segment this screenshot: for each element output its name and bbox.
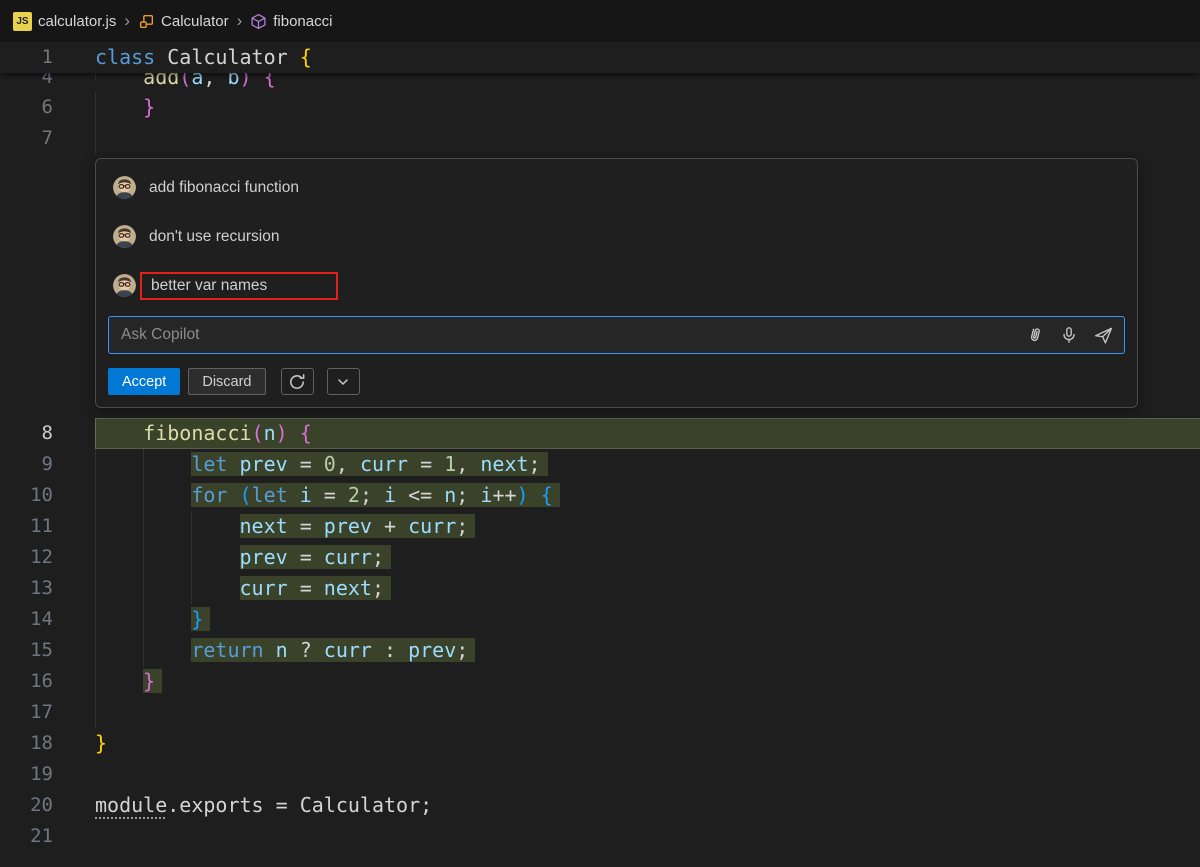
inline-chat-widget-row: add fibonacci function don't use recursi… — [0, 158, 1200, 408]
code-line: next = prev + curr; — [95, 511, 1200, 542]
code-row-19[interactable]: 19 — [0, 759, 1200, 790]
line-number: 4 — [0, 73, 95, 81]
chat-history-text: don't use recursion — [149, 228, 279, 246]
chat-input[interactable] — [119, 325, 1014, 345]
line-number: 16 — [0, 666, 95, 697]
line-number: 12 — [0, 542, 95, 573]
code-line: class Calculator { — [95, 42, 1200, 73]
code-line: } — [95, 666, 1200, 697]
user-avatar — [113, 176, 136, 199]
breadcrumb-separator: › — [237, 11, 243, 31]
code-line: return n ? curr : prev; — [95, 635, 1200, 666]
code-row-15[interactable]: 15 return n ? curr : prev; — [0, 635, 1200, 666]
code-row-11[interactable]: 11 next = prev + curr; — [0, 511, 1200, 542]
code-line: add(a, b) { — [95, 73, 1200, 81]
code-row-1[interactable]: 1class Calculator { — [0, 42, 1200, 73]
code-row-20[interactable]: 20module.exports = Calculator; — [0, 790, 1200, 821]
line-number: 21 — [0, 821, 95, 852]
code-line — [95, 123, 1200, 154]
breadcrumb-file[interactable]: JS calculator.js — [13, 12, 116, 31]
accept-button[interactable]: Accept — [108, 368, 180, 395]
code-row-14[interactable]: 14 } — [0, 604, 1200, 635]
breadcrumb-method[interactable]: fibonacci — [250, 13, 332, 30]
symbol-class-icon — [138, 13, 155, 30]
chat-toolbar: Accept Discard — [108, 368, 1125, 395]
code-line: } — [95, 604, 1200, 635]
code-row-6[interactable]: 6 } — [0, 92, 1200, 123]
code-row-21[interactable]: 21 — [0, 821, 1200, 852]
editor: 1class Calculator {4 add(a, b) {6 }7 add… — [0, 42, 1200, 867]
attach-icon[interactable] — [1022, 322, 1048, 348]
line-number: 9 — [0, 449, 95, 480]
chat-history-item[interactable]: add fibonacci function — [108, 163, 1125, 212]
copilot-inline-chat: add fibonacci function don't use recursi… — [95, 158, 1138, 408]
user-avatar — [113, 225, 136, 248]
code-row-13[interactable]: 13 curr = next; — [0, 573, 1200, 604]
code-line: for (let i = 2; i <= n; i++) { — [95, 480, 1200, 511]
line-number: 19 — [0, 759, 95, 790]
symbol-method-icon — [250, 13, 267, 30]
code-line: curr = next; — [95, 573, 1200, 604]
line-number: 17 — [0, 697, 95, 728]
rerun-icon[interactable] — [281, 368, 314, 395]
code-line: prev = curr; — [95, 542, 1200, 573]
code-lines-bottom: 8 fibonacci(n) {9 let prev = 0, curr = 1… — [0, 418, 1200, 852]
chat-history-item[interactable]: don't use recursion — [108, 212, 1125, 261]
code-row-10[interactable]: 10 for (let i = 2; i <= n; i++) { — [0, 480, 1200, 511]
code-line: module.exports = Calculator; — [95, 790, 1200, 821]
user-avatar — [113, 274, 136, 297]
chat-history: add fibonacci function don't use recursi… — [108, 163, 1125, 310]
line-number: 8 — [0, 418, 95, 449]
line-number: 20 — [0, 790, 95, 821]
code-line: } — [95, 728, 1200, 759]
code-row-17[interactable]: 17 — [0, 697, 1200, 728]
line-number: 15 — [0, 635, 95, 666]
line-number: 14 — [0, 604, 95, 635]
gutter-spacer — [0, 158, 95, 408]
js-file-icon: JS — [13, 12, 32, 31]
breadcrumb-class-label: Calculator — [161, 13, 229, 30]
chevron-down-icon[interactable] — [327, 368, 360, 395]
breadcrumb: JS calculator.js › Calculator › fibonacc… — [0, 0, 1200, 42]
code-line — [95, 821, 1200, 852]
code-lines-top: 1class Calculator {4 add(a, b) {6 }7 — [0, 42, 1200, 154]
mic-icon[interactable] — [1056, 322, 1082, 348]
send-icon[interactable] — [1090, 322, 1116, 348]
discard-button[interactable]: Discard — [188, 368, 265, 395]
line-number: 10 — [0, 480, 95, 511]
chat-history-text-annotated: better var names — [140, 272, 338, 300]
code-row-9[interactable]: 9 let prev = 0, curr = 1, next; — [0, 449, 1200, 480]
line-number: 1 — [0, 42, 95, 73]
breadcrumb-separator: › — [124, 11, 130, 31]
chat-input-box[interactable] — [108, 316, 1125, 354]
line-number: 18 — [0, 728, 95, 759]
breadcrumb-class[interactable]: Calculator — [138, 13, 229, 30]
code-line: } — [95, 92, 1200, 123]
line-number: 11 — [0, 511, 95, 542]
breadcrumb-file-label: calculator.js — [38, 13, 116, 30]
breadcrumb-method-label: fibonacci — [273, 13, 332, 30]
code-row-18[interactable]: 18} — [0, 728, 1200, 759]
code-row-12[interactable]: 12 prev = curr; — [0, 542, 1200, 573]
line-number: 6 — [0, 92, 95, 123]
code-line: fibonacci(n) { — [95, 418, 1200, 449]
line-number: 13 — [0, 573, 95, 604]
chat-history-text: add fibonacci function — [149, 179, 299, 197]
chat-history-item[interactable]: better var names — [108, 261, 1125, 310]
line-number: 7 — [0, 123, 95, 154]
code-line — [95, 697, 1200, 728]
code-line: let prev = 0, curr = 1, next; — [95, 449, 1200, 480]
code-row-8[interactable]: 8 fibonacci(n) { — [0, 418, 1200, 449]
code-row-4[interactable]: 4 add(a, b) { — [0, 73, 1200, 92]
code-row-7[interactable]: 7 — [0, 123, 1200, 154]
code-line — [95, 759, 1200, 790]
code-row-16[interactable]: 16 } — [0, 666, 1200, 697]
